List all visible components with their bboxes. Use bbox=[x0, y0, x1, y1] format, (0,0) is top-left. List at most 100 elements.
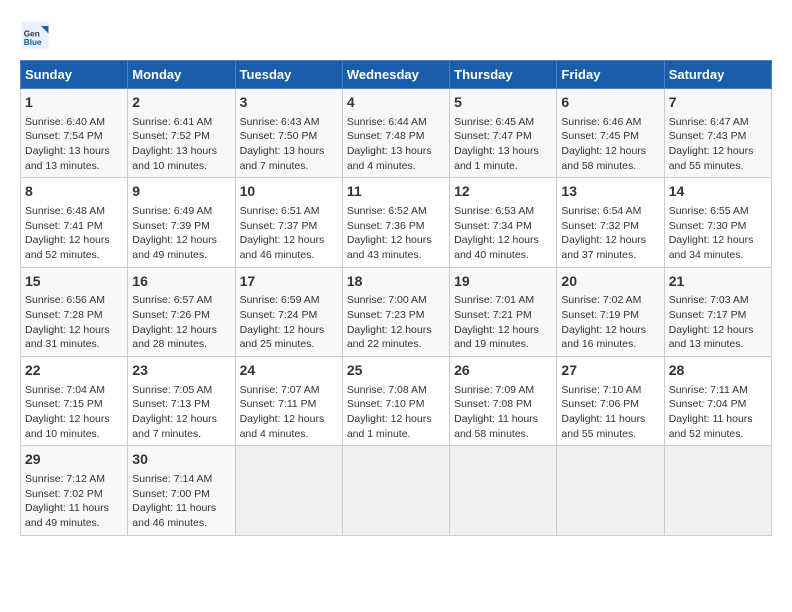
calendar-cell: 25Sunrise: 7:08 AM Sunset: 7:10 PM Dayli… bbox=[342, 357, 449, 446]
header-cell-sunday: Sunday bbox=[21, 61, 128, 89]
day-info: Sunrise: 7:09 AM Sunset: 7:08 PM Dayligh… bbox=[454, 383, 552, 442]
day-number: 15 bbox=[25, 272, 123, 292]
day-number: 25 bbox=[347, 361, 445, 381]
calendar-row: 29Sunrise: 7:12 AM Sunset: 7:02 PM Dayli… bbox=[21, 446, 772, 535]
day-number: 24 bbox=[240, 361, 338, 381]
day-info: Sunrise: 6:40 AM Sunset: 7:54 PM Dayligh… bbox=[25, 115, 123, 174]
calendar-cell: 1Sunrise: 6:40 AM Sunset: 7:54 PM Daylig… bbox=[21, 89, 128, 178]
calendar-cell: 11Sunrise: 6:52 AM Sunset: 7:36 PM Dayli… bbox=[342, 178, 449, 267]
calendar-cell bbox=[664, 446, 771, 535]
day-info: Sunrise: 7:12 AM Sunset: 7:02 PM Dayligh… bbox=[25, 472, 123, 531]
header-cell-monday: Monday bbox=[128, 61, 235, 89]
calendar-cell: 26Sunrise: 7:09 AM Sunset: 7:08 PM Dayli… bbox=[450, 357, 557, 446]
logo-icon: Gen Blue bbox=[20, 20, 50, 50]
calendar-row: 1Sunrise: 6:40 AM Sunset: 7:54 PM Daylig… bbox=[21, 89, 772, 178]
day-info: Sunrise: 7:05 AM Sunset: 7:13 PM Dayligh… bbox=[132, 383, 230, 442]
logo: Gen Blue bbox=[20, 20, 54, 50]
header: Gen Blue bbox=[20, 20, 772, 50]
day-info: Sunrise: 6:52 AM Sunset: 7:36 PM Dayligh… bbox=[347, 204, 445, 263]
header-cell-thursday: Thursday bbox=[450, 61, 557, 89]
day-number: 1 bbox=[25, 93, 123, 113]
day-number: 7 bbox=[669, 93, 767, 113]
day-info: Sunrise: 7:04 AM Sunset: 7:15 PM Dayligh… bbox=[25, 383, 123, 442]
calendar-cell: 4Sunrise: 6:44 AM Sunset: 7:48 PM Daylig… bbox=[342, 89, 449, 178]
day-number: 20 bbox=[561, 272, 659, 292]
calendar-cell: 6Sunrise: 6:46 AM Sunset: 7:45 PM Daylig… bbox=[557, 89, 664, 178]
day-number: 22 bbox=[25, 361, 123, 381]
day-number: 9 bbox=[132, 182, 230, 202]
svg-text:Blue: Blue bbox=[24, 38, 42, 47]
day-number: 6 bbox=[561, 93, 659, 113]
calendar-cell: 2Sunrise: 6:41 AM Sunset: 7:52 PM Daylig… bbox=[128, 89, 235, 178]
day-info: Sunrise: 6:47 AM Sunset: 7:43 PM Dayligh… bbox=[669, 115, 767, 174]
calendar-table: SundayMondayTuesdayWednesdayThursdayFrid… bbox=[20, 60, 772, 536]
day-info: Sunrise: 6:48 AM Sunset: 7:41 PM Dayligh… bbox=[25, 204, 123, 263]
day-info: Sunrise: 7:11 AM Sunset: 7:04 PM Dayligh… bbox=[669, 383, 767, 442]
day-number: 10 bbox=[240, 182, 338, 202]
day-number: 21 bbox=[669, 272, 767, 292]
calendar-cell: 5Sunrise: 6:45 AM Sunset: 7:47 PM Daylig… bbox=[450, 89, 557, 178]
day-info: Sunrise: 6:56 AM Sunset: 7:28 PM Dayligh… bbox=[25, 293, 123, 352]
day-info: Sunrise: 6:51 AM Sunset: 7:37 PM Dayligh… bbox=[240, 204, 338, 263]
day-number: 3 bbox=[240, 93, 338, 113]
calendar-cell: 23Sunrise: 7:05 AM Sunset: 7:13 PM Dayli… bbox=[128, 357, 235, 446]
calendar-cell: 7Sunrise: 6:47 AM Sunset: 7:43 PM Daylig… bbox=[664, 89, 771, 178]
calendar-cell: 9Sunrise: 6:49 AM Sunset: 7:39 PM Daylig… bbox=[128, 178, 235, 267]
calendar-cell: 17Sunrise: 6:59 AM Sunset: 7:24 PM Dayli… bbox=[235, 267, 342, 356]
day-number: 30 bbox=[132, 450, 230, 470]
calendar-cell: 13Sunrise: 6:54 AM Sunset: 7:32 PM Dayli… bbox=[557, 178, 664, 267]
day-info: Sunrise: 6:46 AM Sunset: 7:45 PM Dayligh… bbox=[561, 115, 659, 174]
day-info: Sunrise: 7:01 AM Sunset: 7:21 PM Dayligh… bbox=[454, 293, 552, 352]
day-number: 11 bbox=[347, 182, 445, 202]
day-info: Sunrise: 6:43 AM Sunset: 7:50 PM Dayligh… bbox=[240, 115, 338, 174]
day-info: Sunrise: 7:02 AM Sunset: 7:19 PM Dayligh… bbox=[561, 293, 659, 352]
calendar-cell: 24Sunrise: 7:07 AM Sunset: 7:11 PM Dayli… bbox=[235, 357, 342, 446]
calendar-cell: 29Sunrise: 7:12 AM Sunset: 7:02 PM Dayli… bbox=[21, 446, 128, 535]
day-number: 8 bbox=[25, 182, 123, 202]
day-info: Sunrise: 6:45 AM Sunset: 7:47 PM Dayligh… bbox=[454, 115, 552, 174]
day-number: 4 bbox=[347, 93, 445, 113]
day-number: 28 bbox=[669, 361, 767, 381]
header-cell-wednesday: Wednesday bbox=[342, 61, 449, 89]
calendar-cell: 22Sunrise: 7:04 AM Sunset: 7:15 PM Dayli… bbox=[21, 357, 128, 446]
day-info: Sunrise: 7:10 AM Sunset: 7:06 PM Dayligh… bbox=[561, 383, 659, 442]
calendar-cell: 27Sunrise: 7:10 AM Sunset: 7:06 PM Dayli… bbox=[557, 357, 664, 446]
calendar-cell: 21Sunrise: 7:03 AM Sunset: 7:17 PM Dayli… bbox=[664, 267, 771, 356]
calendar-cell: 14Sunrise: 6:55 AM Sunset: 7:30 PM Dayli… bbox=[664, 178, 771, 267]
header-cell-friday: Friday bbox=[557, 61, 664, 89]
day-number: 17 bbox=[240, 272, 338, 292]
day-info: Sunrise: 7:07 AM Sunset: 7:11 PM Dayligh… bbox=[240, 383, 338, 442]
day-info: Sunrise: 6:41 AM Sunset: 7:52 PM Dayligh… bbox=[132, 115, 230, 174]
day-info: Sunrise: 6:57 AM Sunset: 7:26 PM Dayligh… bbox=[132, 293, 230, 352]
calendar-cell: 20Sunrise: 7:02 AM Sunset: 7:19 PM Dayli… bbox=[557, 267, 664, 356]
calendar-cell: 19Sunrise: 7:01 AM Sunset: 7:21 PM Dayli… bbox=[450, 267, 557, 356]
day-number: 29 bbox=[25, 450, 123, 470]
day-number: 2 bbox=[132, 93, 230, 113]
day-number: 26 bbox=[454, 361, 552, 381]
calendar-cell bbox=[342, 446, 449, 535]
day-info: Sunrise: 7:00 AM Sunset: 7:23 PM Dayligh… bbox=[347, 293, 445, 352]
calendar-cell bbox=[557, 446, 664, 535]
calendar-cell: 15Sunrise: 6:56 AM Sunset: 7:28 PM Dayli… bbox=[21, 267, 128, 356]
day-info: Sunrise: 6:54 AM Sunset: 7:32 PM Dayligh… bbox=[561, 204, 659, 263]
day-info: Sunrise: 6:44 AM Sunset: 7:48 PM Dayligh… bbox=[347, 115, 445, 174]
day-info: Sunrise: 7:08 AM Sunset: 7:10 PM Dayligh… bbox=[347, 383, 445, 442]
day-number: 18 bbox=[347, 272, 445, 292]
day-number: 5 bbox=[454, 93, 552, 113]
day-number: 13 bbox=[561, 182, 659, 202]
calendar-cell: 10Sunrise: 6:51 AM Sunset: 7:37 PM Dayli… bbox=[235, 178, 342, 267]
day-info: Sunrise: 7:03 AM Sunset: 7:17 PM Dayligh… bbox=[669, 293, 767, 352]
day-info: Sunrise: 7:14 AM Sunset: 7:00 PM Dayligh… bbox=[132, 472, 230, 531]
calendar-cell: 3Sunrise: 6:43 AM Sunset: 7:50 PM Daylig… bbox=[235, 89, 342, 178]
calendar-cell: 28Sunrise: 7:11 AM Sunset: 7:04 PM Dayli… bbox=[664, 357, 771, 446]
header-cell-tuesday: Tuesday bbox=[235, 61, 342, 89]
calendar-row: 15Sunrise: 6:56 AM Sunset: 7:28 PM Dayli… bbox=[21, 267, 772, 356]
day-info: Sunrise: 6:59 AM Sunset: 7:24 PM Dayligh… bbox=[240, 293, 338, 352]
calendar-cell: 8Sunrise: 6:48 AM Sunset: 7:41 PM Daylig… bbox=[21, 178, 128, 267]
calendar-cell bbox=[450, 446, 557, 535]
calendar-cell: 18Sunrise: 7:00 AM Sunset: 7:23 PM Dayli… bbox=[342, 267, 449, 356]
day-number: 27 bbox=[561, 361, 659, 381]
calendar-row: 22Sunrise: 7:04 AM Sunset: 7:15 PM Dayli… bbox=[21, 357, 772, 446]
day-number: 14 bbox=[669, 182, 767, 202]
calendar-cell: 30Sunrise: 7:14 AM Sunset: 7:00 PM Dayli… bbox=[128, 446, 235, 535]
